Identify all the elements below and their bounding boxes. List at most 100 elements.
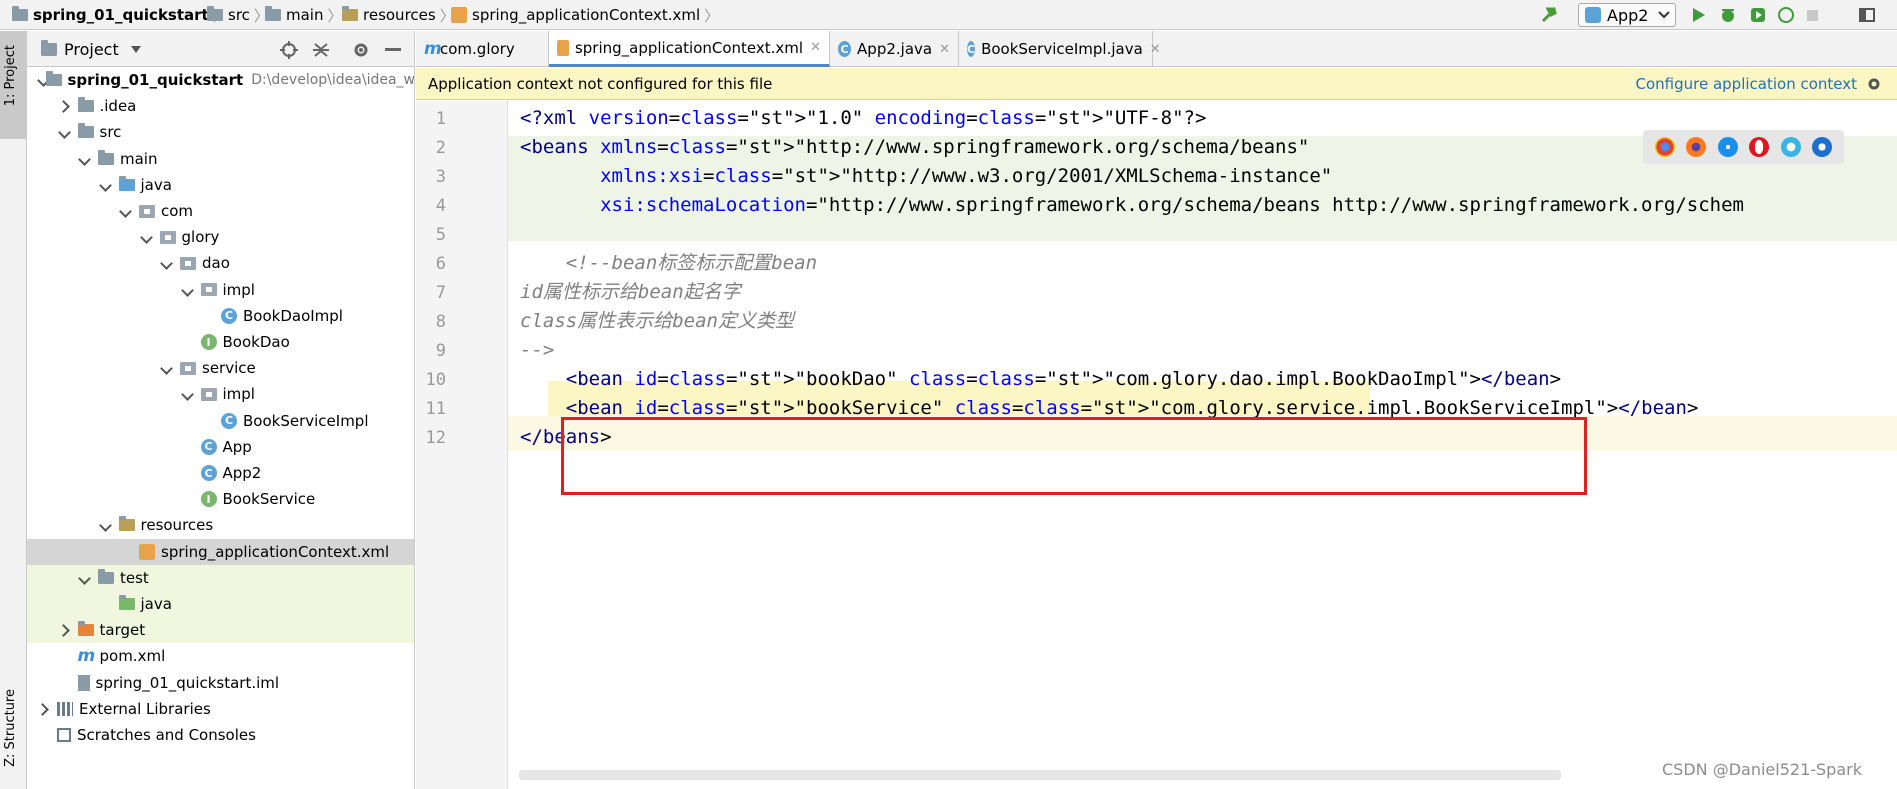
code-line[interactable]: xsi:schemaLocation="http://www.springfra…	[520, 188, 1744, 223]
source-folder-icon	[118, 175, 135, 191]
expanded-arrow-icon[interactable]	[181, 283, 195, 297]
gear-icon[interactable]	[1867, 77, 1883, 91]
tree-item[interactable]: m pom.xml	[27, 643, 414, 669]
collapsed-arrow-icon[interactable]	[58, 99, 72, 113]
tree-item[interactable]: main	[27, 146, 414, 172]
folder-icon	[77, 123, 94, 139]
hide-panel-icon[interactable]	[385, 48, 401, 52]
tab-bookserviceimpl-java[interactable]: C BookServiceImpl.java ✕	[959, 31, 1161, 67]
run-configuration-select[interactable]: App2	[1578, 3, 1676, 27]
tree-item[interactable]: test	[27, 564, 414, 591]
expanded-arrow-icon[interactable]	[160, 256, 174, 270]
tree-item[interactable]: C App	[27, 434, 414, 460]
tree-item-label: BookService	[222, 490, 316, 509]
folder-icon	[265, 6, 281, 21]
edge-icon[interactable]	[1812, 137, 1833, 157]
configure-context-link[interactable]: Configure application context	[1635, 75, 1857, 93]
tree-item[interactable]: service	[27, 355, 414, 381]
line-number: 3	[435, 167, 446, 187]
tree-item[interactable]: spring_applicationContext.xml	[27, 538, 414, 565]
editor-tabs: m com.glory spring_applicationContext.xm…	[416, 31, 1897, 67]
ie-icon[interactable]	[1780, 137, 1801, 157]
tree-item[interactable]: target	[27, 617, 414, 644]
tree-item[interactable]: java	[27, 172, 414, 198]
expanded-arrow-icon[interactable]	[160, 361, 174, 375]
collapsed-arrow-icon[interactable]	[37, 702, 51, 716]
tree-item-label: java	[140, 175, 172, 194]
close-tab-icon[interactable]: ✕	[939, 42, 950, 57]
breadcrumb-resources[interactable]: resources 〉	[342, 5, 455, 25]
tree-item[interactable]: .idea	[27, 93, 414, 119]
tree-item[interactable]: src	[27, 119, 414, 145]
locate-icon[interactable]	[280, 41, 298, 59]
gear-icon[interactable]	[352, 41, 370, 59]
run-icon[interactable]	[1689, 6, 1707, 24]
libraries-icon	[57, 701, 73, 716]
tab-app2-java[interactable]: C App2.java ✕	[830, 31, 959, 67]
safari-icon[interactable]	[1717, 137, 1738, 157]
coverage-icon[interactable]	[1749, 6, 1767, 24]
expanded-arrow-icon[interactable]	[78, 152, 92, 166]
expanded-arrow-icon[interactable]	[140, 230, 154, 244]
breadcrumb-src[interactable]: src 〉	[207, 5, 269, 25]
breadcrumb-main[interactable]: main 〉	[265, 5, 343, 25]
breadcrumb-project[interactable]: spring_01_quickstart〉	[12, 5, 228, 25]
close-tab-icon[interactable]: ✕	[810, 40, 821, 55]
tree-item[interactable]: impl	[27, 381, 414, 407]
horizontal-scrollbar[interactable]	[519, 770, 1561, 780]
expanded-arrow-icon[interactable]	[99, 178, 113, 192]
tree-item[interactable]: java	[27, 591, 414, 617]
tree-item-label: glory	[181, 228, 220, 247]
tree-item[interactable]: C BookDaoImpl	[27, 303, 414, 329]
tab-spring-application-context[interactable]: spring_applicationContext.xml ✕	[549, 31, 830, 67]
application-icon	[1585, 7, 1601, 23]
tree-item[interactable]: I BookService	[27, 486, 414, 512]
tree-item[interactable]: C BookServiceImpl	[27, 408, 414, 434]
project-structure-icon[interactable]	[1858, 6, 1876, 24]
tree-item[interactable]: C App2	[27, 460, 414, 486]
tree-item[interactable]: glory	[27, 224, 414, 250]
runnable-class-icon: C	[200, 465, 217, 481]
tree-item[interactable]: Scratches and Consoles	[27, 722, 414, 748]
expanded-arrow-icon[interactable]	[99, 518, 113, 532]
collapse-all-icon[interactable]	[312, 41, 330, 59]
tree-item[interactable]: dao	[27, 250, 414, 276]
expanded-arrow-icon[interactable]	[37, 73, 40, 87]
tree-item[interactable]: com	[27, 198, 414, 224]
tree-item[interactable]: I BookDao	[27, 329, 414, 355]
code-line[interactable]: class属性表示给bean定义类型	[520, 304, 794, 339]
debug-icon[interactable]	[1719, 6, 1737, 24]
tree-item-label: BookDaoImpl	[243, 306, 343, 325]
tree-item[interactable]: spring_01_quickstart.iml	[27, 670, 414, 696]
iml-file-icon	[77, 674, 90, 691]
project-tool-tab[interactable]: 1: Project	[0, 31, 26, 139]
expanded-arrow-icon[interactable]	[181, 387, 195, 401]
view-dropdown-icon[interactable]	[131, 46, 141, 53]
tree-item[interactable]: spring_01_quickstart D:\develop\idea\idea…	[27, 67, 414, 93]
tree-item[interactable]: resources	[27, 512, 414, 538]
structure-tool-tab[interactable]: Z: Structure	[0, 681, 26, 781]
opera-icon[interactable]	[1749, 137, 1770, 157]
close-tab-icon[interactable]: ✕	[1150, 42, 1161, 57]
tree-item-label: com	[161, 202, 194, 220]
breadcrumb-file[interactable]: spring_applicationContext.xml 〉	[451, 5, 719, 25]
chrome-icon[interactable]	[1654, 137, 1675, 157]
expanded-arrow-icon[interactable]	[119, 204, 133, 218]
expanded-arrow-icon[interactable]	[58, 125, 72, 139]
expanded-arrow-icon[interactable]	[78, 571, 92, 585]
runnable-class-icon: C	[200, 438, 217, 455]
tree-item[interactable]: impl	[27, 277, 414, 303]
module-folder-icon	[12, 6, 28, 21]
tree-item[interactable]: External Libraries	[27, 696, 414, 722]
profile-icon[interactable]	[1777, 6, 1795, 24]
build-hammer-icon[interactable]	[1540, 6, 1558, 24]
collapsed-arrow-icon[interactable]	[58, 623, 72, 637]
stop-icon[interactable]	[1803, 6, 1821, 24]
line-number: 7	[435, 283, 446, 303]
tree-item-label: resources	[140, 516, 214, 535]
firefox-icon[interactable]	[1686, 137, 1707, 157]
tab-com-glory[interactable]: m com.glory	[416, 31, 549, 67]
package-icon	[180, 361, 196, 375]
